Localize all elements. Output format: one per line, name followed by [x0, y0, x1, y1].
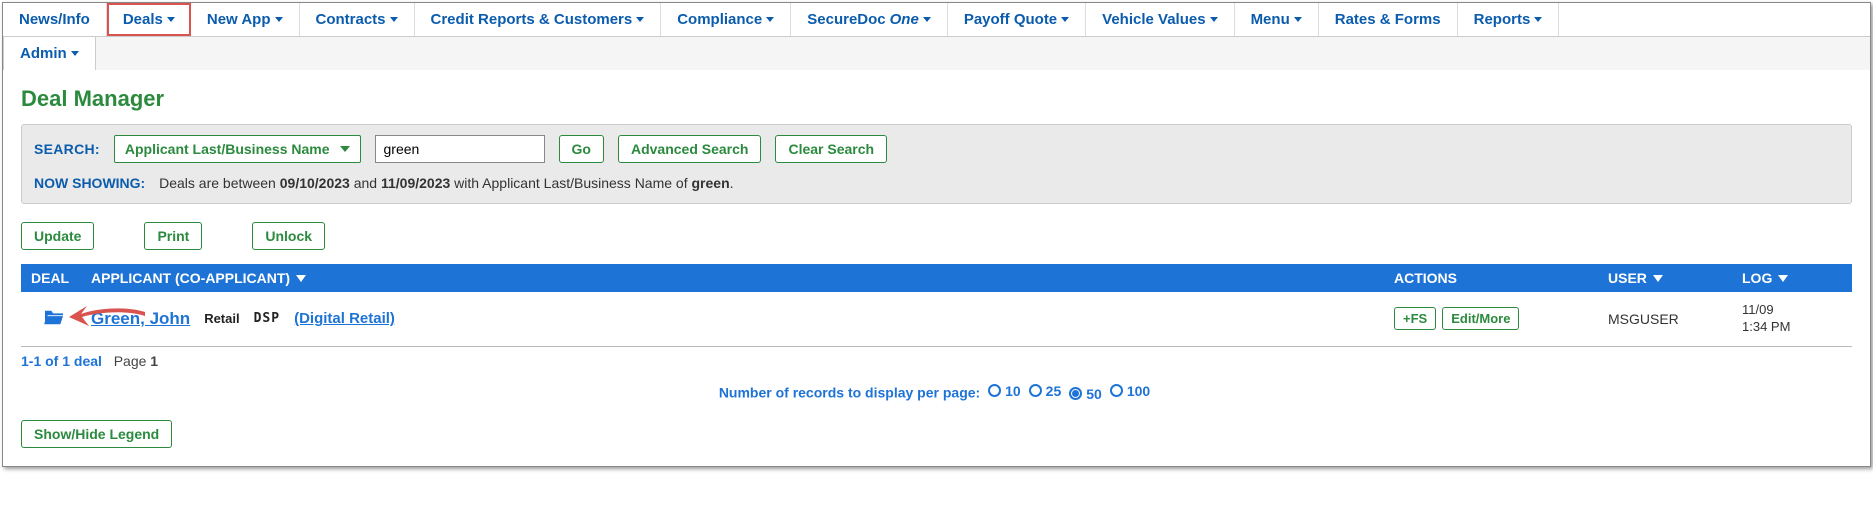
sort-desc-icon — [296, 275, 306, 282]
col-log[interactable]: LOG — [1742, 270, 1842, 286]
page-size-option-100[interactable]: 100 — [1110, 383, 1150, 399]
nav-item-8[interactable]: Vehicle Values — [1086, 3, 1234, 36]
nav-item-1[interactable]: Deals — [107, 3, 191, 36]
chevron-down-icon — [167, 17, 175, 22]
top-nav-row2: Admin — [3, 37, 1870, 70]
sort-desc-icon — [1653, 275, 1663, 282]
nav-item-4[interactable]: Credit Reports & Customers — [415, 3, 662, 36]
page-title: Deal Manager — [21, 86, 1852, 112]
deal-badge: DSP — [254, 311, 280, 326]
row-user: MSGUSER — [1608, 311, 1728, 327]
nav-item-11[interactable]: Reports — [1458, 3, 1560, 36]
clear-search-button[interactable]: Clear Search — [775, 135, 887, 163]
fs-button[interactable]: +FS — [1394, 307, 1436, 330]
nav-item-2[interactable]: New App — [191, 3, 300, 36]
nav-item-9[interactable]: Menu — [1235, 3, 1319, 36]
col-applicant[interactable]: APPLICANT (CO-APPLICANT) — [91, 270, 1380, 286]
chevron-down-icon — [766, 17, 774, 22]
folder-open-icon[interactable] — [43, 308, 65, 329]
top-nav: News/InfoDealsNew AppContractsCredit Rep… — [3, 3, 1870, 37]
arrow-annotation-icon — [67, 302, 147, 331]
radio-icon — [1029, 384, 1042, 397]
chevron-down-icon — [275, 17, 283, 22]
radio-icon — [988, 384, 1001, 397]
search-label: SEARCH: — [34, 141, 100, 157]
row-log: 11/09 1:34 PM — [1742, 302, 1842, 336]
update-button[interactable]: Update — [21, 222, 94, 250]
radio-icon — [1069, 387, 1082, 400]
table-row: Green, John Retail DSP (Digital Retail) … — [21, 292, 1852, 347]
chevron-down-icon — [390, 17, 398, 22]
edit-more-button[interactable]: Edit/More — [1442, 307, 1519, 330]
advanced-search-button[interactable]: Advanced Search — [618, 135, 762, 163]
page-size-label: Number of records to display per page: — [719, 384, 980, 400]
col-actions: ACTIONS — [1394, 270, 1594, 286]
search-field-dropdown[interactable]: Applicant Last/Business Name — [114, 135, 361, 163]
nav-item-5[interactable]: Compliance — [661, 3, 791, 36]
unlock-button[interactable]: Unlock — [252, 222, 325, 250]
now-showing: NOW SHOWING: Deals are between 09/10/202… — [34, 175, 1839, 191]
page-size-option-25[interactable]: 25 — [1029, 383, 1062, 399]
page-size-selector: Number of records to display per page: 1… — [21, 383, 1852, 402]
chevron-down-icon — [1534, 17, 1542, 22]
now-showing-label: NOW SHOWING: — [34, 175, 145, 191]
page-size-option-50[interactable]: 50 — [1069, 386, 1102, 402]
search-input[interactable] — [375, 135, 545, 163]
nav-item-0[interactable]: News/Info — [3, 3, 107, 36]
search-panel: SEARCH: Applicant Last/Business Name Go … — [21, 124, 1852, 204]
nav-item-3[interactable]: Contracts — [300, 3, 415, 36]
result-count: 1-1 of 1 deal Page 1 — [21, 353, 1852, 369]
table-header: DEAL APPLICANT (CO-APPLICANT) ACTIONS US… — [21, 264, 1852, 292]
page-size-option-10[interactable]: 10 — [988, 383, 1021, 399]
nav-item-7[interactable]: Payoff Quote — [948, 3, 1086, 36]
deal-channel-link[interactable]: (Digital Retail) — [294, 310, 395, 327]
nav2-item-0[interactable]: Admin — [3, 37, 96, 70]
nav-item-10[interactable]: Rates & Forms — [1319, 3, 1458, 36]
sort-desc-icon — [1778, 275, 1788, 282]
print-button[interactable]: Print — [144, 222, 202, 250]
chevron-down-icon — [636, 17, 644, 22]
chevron-down-icon — [71, 51, 79, 56]
search-field-dropdown-label: Applicant Last/Business Name — [125, 141, 330, 157]
show-hide-legend-button[interactable]: Show/Hide Legend — [21, 420, 172, 448]
col-deal[interactable]: DEAL — [31, 270, 77, 286]
chevron-down-icon — [1061, 17, 1069, 22]
chevron-down-icon — [340, 146, 350, 152]
nav-item-6[interactable]: SecureDocOne — [791, 3, 948, 36]
radio-icon — [1110, 384, 1123, 397]
chevron-down-icon — [1210, 17, 1218, 22]
chevron-down-icon — [1294, 17, 1302, 22]
col-user[interactable]: USER — [1608, 270, 1728, 286]
deal-type: Retail — [204, 311, 239, 326]
chevron-down-icon — [923, 17, 931, 22]
go-button[interactable]: Go — [559, 135, 604, 163]
